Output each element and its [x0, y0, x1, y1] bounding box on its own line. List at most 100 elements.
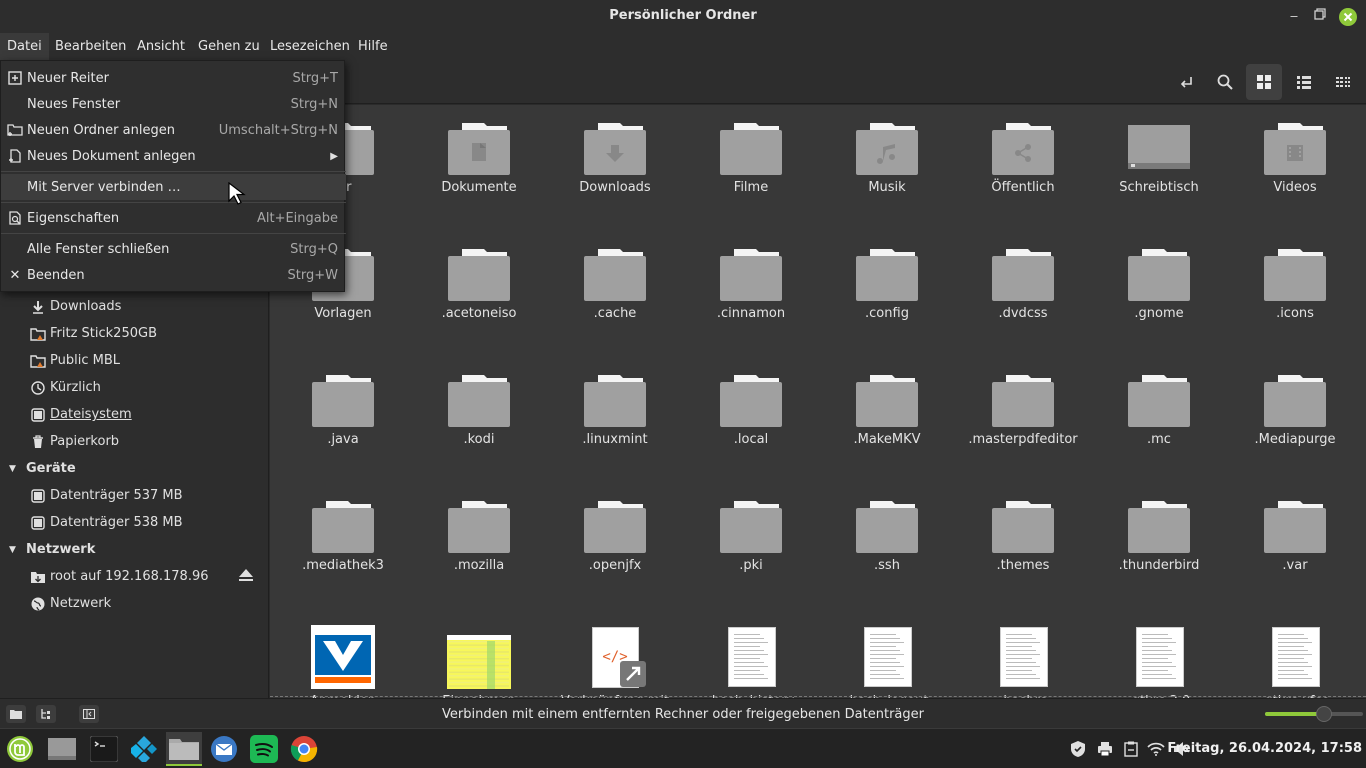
file-item[interactable]: .mozilla	[411, 483, 547, 609]
file-item[interactable]: .openjfx	[547, 483, 683, 609]
menu-item-label: Alle Fenster schließen	[27, 241, 170, 257]
file-item[interactable]: Anmelden	[275, 609, 411, 698]
menu-lesezeichen[interactable]: Lesezeichen	[263, 33, 357, 60]
sidebar-item-downloads[interactable]: Downloads	[0, 293, 269, 320]
sidebar-item-network[interactable]: Netzwerk	[0, 590, 269, 617]
compact-view-button[interactable]	[1325, 64, 1361, 100]
network-folder-icon	[30, 326, 46, 342]
folder-icon	[448, 375, 510, 427]
chrome-button[interactable]	[286, 732, 322, 766]
menu-gehen-zu[interactable]: Gehen zu	[191, 33, 267, 60]
file-item[interactable]: Videos	[1227, 105, 1363, 231]
menu-bearbeiten[interactable]: Bearbeiten	[48, 33, 133, 60]
menu-datei[interactable]: Datei	[0, 33, 49, 60]
file-item[interactable]: .bash_history	[683, 609, 819, 698]
printer-tray-icon[interactable]	[1095, 739, 1115, 759]
file-item[interactable]: </>Verknüpfung mit	[547, 609, 683, 698]
file-item[interactable]: .icons	[1227, 231, 1363, 357]
file-item[interactable]: Einnahmen	[411, 609, 547, 698]
file-item[interactable]: Downloads	[547, 105, 683, 231]
sidebar-item-root-server[interactable]: root auf 192.168.178.96	[0, 563, 269, 590]
file-name: .mediathek3	[302, 558, 384, 573]
wifi-tray-icon[interactable]	[1146, 739, 1166, 759]
file-item[interactable]: Öffentlich	[955, 105, 1091, 231]
zoom-slider-handle[interactable]	[1315, 706, 1332, 722]
file-item[interactable]: .mediathek3	[275, 483, 411, 609]
sidebar-item-recent[interactable]: Kürzlich	[0, 374, 269, 401]
terminal-button[interactable]	[86, 732, 122, 766]
file-item[interactable]: .bashrc	[955, 609, 1091, 698]
maximize-button[interactable]	[1310, 7, 1330, 27]
sidebar-section-network[interactable]: ▼ Netzwerk	[0, 536, 269, 563]
sidebar-item-trash[interactable]: Papierkorb	[0, 428, 269, 455]
menu-item-label: Neues Fenster	[27, 96, 121, 112]
file-item[interactable]: .cinnamon	[683, 231, 819, 357]
menu-item-new-window[interactable]: Neues Fenster Strg+N	[1, 91, 346, 117]
file-item[interactable]: .config	[819, 231, 955, 357]
menu-hilfe[interactable]: Hilfe	[351, 33, 395, 60]
file-item[interactable]: .bash_logout	[819, 609, 955, 698]
sidebar-item-fritz-stick[interactable]: Fritz Stick250GB	[0, 320, 269, 347]
file-item[interactable]: .pki	[683, 483, 819, 609]
file-item[interactable]: Filme	[683, 105, 819, 231]
list-view-button[interactable]	[1286, 64, 1322, 100]
search-button[interactable]	[1207, 64, 1243, 100]
file-item[interactable]: Dokumente	[411, 105, 547, 231]
menu-item-new-folder[interactable]: Neuen Ordner anlegen Umschalt+Strg+N	[1, 117, 346, 143]
sidebar-item-device-537[interactable]: Datenträger 537 MB	[0, 482, 269, 509]
file-menu-dropdown: Neuer Reiter Strg+T Neues Fenster Strg+N…	[0, 60, 346, 292]
icon-view-button[interactable]	[1246, 64, 1282, 100]
sidebar-item-public-mbl[interactable]: Public MBL	[0, 347, 269, 374]
file-item[interactable]: Schreibtisch	[1091, 105, 1227, 231]
file-item[interactable]: .dvdcss	[955, 231, 1091, 357]
file-item[interactable]: .masterpdfeditor	[955, 357, 1091, 483]
menu-separator	[1, 202, 346, 203]
clipboard-tray-icon[interactable]	[1121, 739, 1141, 759]
sidebar-item-label: Fritz Stick250GB	[50, 326, 157, 341]
file-item[interactable]: .ssh	[819, 483, 955, 609]
file-item[interactable]: .themes	[955, 483, 1091, 609]
file-item[interactable]: .thunderbird	[1091, 483, 1227, 609]
eject-icon[interactable]	[238, 568, 254, 586]
menu-item-new-document[interactable]: Neues Dokument anlegen ▶	[1, 143, 346, 169]
file-item[interactable]: .mc	[1091, 357, 1227, 483]
sidebar-item-device-538[interactable]: Datenträger 538 MB	[0, 509, 269, 536]
file-item[interactable]: .acetoneiso	[411, 231, 547, 357]
file-item[interactable]: .gtkrc-2.0	[1091, 609, 1227, 698]
file-item[interactable]: Musik	[819, 105, 955, 231]
menu-item-close-all[interactable]: Alle Fenster schließen Strg+Q	[1, 236, 346, 262]
file-item[interactable]: .local	[683, 357, 819, 483]
zoom-slider[interactable]	[1265, 706, 1363, 722]
file-item[interactable]: .MakeMKV	[819, 357, 955, 483]
file-item[interactable]: .Mediapurge	[1227, 357, 1363, 483]
file-item[interactable]: .var	[1227, 483, 1363, 609]
clock[interactable]: Freitag, 26.04.2024, 17:58	[1167, 741, 1362, 756]
security-tray-icon[interactable]	[1068, 739, 1088, 759]
file-item[interactable]: .gtkrc-xfce	[1227, 609, 1363, 698]
folder-icon	[448, 249, 510, 301]
sidebar-section-devices[interactable]: ▼ Geräte	[0, 455, 269, 482]
file-item[interactable]: .java	[275, 357, 411, 483]
menu-item-connect-server[interactable]: Mit Server verbinden …	[1, 174, 346, 200]
menu-item-properties[interactable]: Eigenschaften Alt+Eingabe	[1, 205, 346, 231]
path-toggle-button[interactable]	[1168, 64, 1204, 100]
show-desktop-button[interactable]	[44, 732, 80, 766]
sidebar-item-label: Papierkorb	[50, 434, 120, 449]
menu-item-quit[interactable]: ✕ Beenden Strg+W	[1, 262, 346, 288]
close-button[interactable]	[1338, 7, 1358, 27]
file-item[interactable]: .linuxmint	[547, 357, 683, 483]
menu-ansicht[interactable]: Ansicht	[130, 33, 192, 60]
menu-item-new-tab[interactable]: Neuer Reiter Strg+T	[1, 65, 346, 91]
kodi-button[interactable]	[126, 732, 162, 766]
mint-menu-button[interactable]	[2, 732, 38, 766]
menu-item-accel: Umschalt+Strg+N	[218, 122, 338, 138]
window-title: Persönlicher Ordner	[609, 8, 757, 23]
file-item[interactable]: .kodi	[411, 357, 547, 483]
file-manager-button[interactable]	[166, 732, 202, 766]
file-item[interactable]: .cache	[547, 231, 683, 357]
file-item[interactable]: .gnome	[1091, 231, 1227, 357]
minimize-button[interactable]: ‒	[1284, 7, 1304, 27]
spotify-button[interactable]	[246, 732, 282, 766]
sidebar-item-filesystem[interactable]: Dateisystem	[0, 401, 269, 428]
mail-button[interactable]	[206, 732, 242, 766]
